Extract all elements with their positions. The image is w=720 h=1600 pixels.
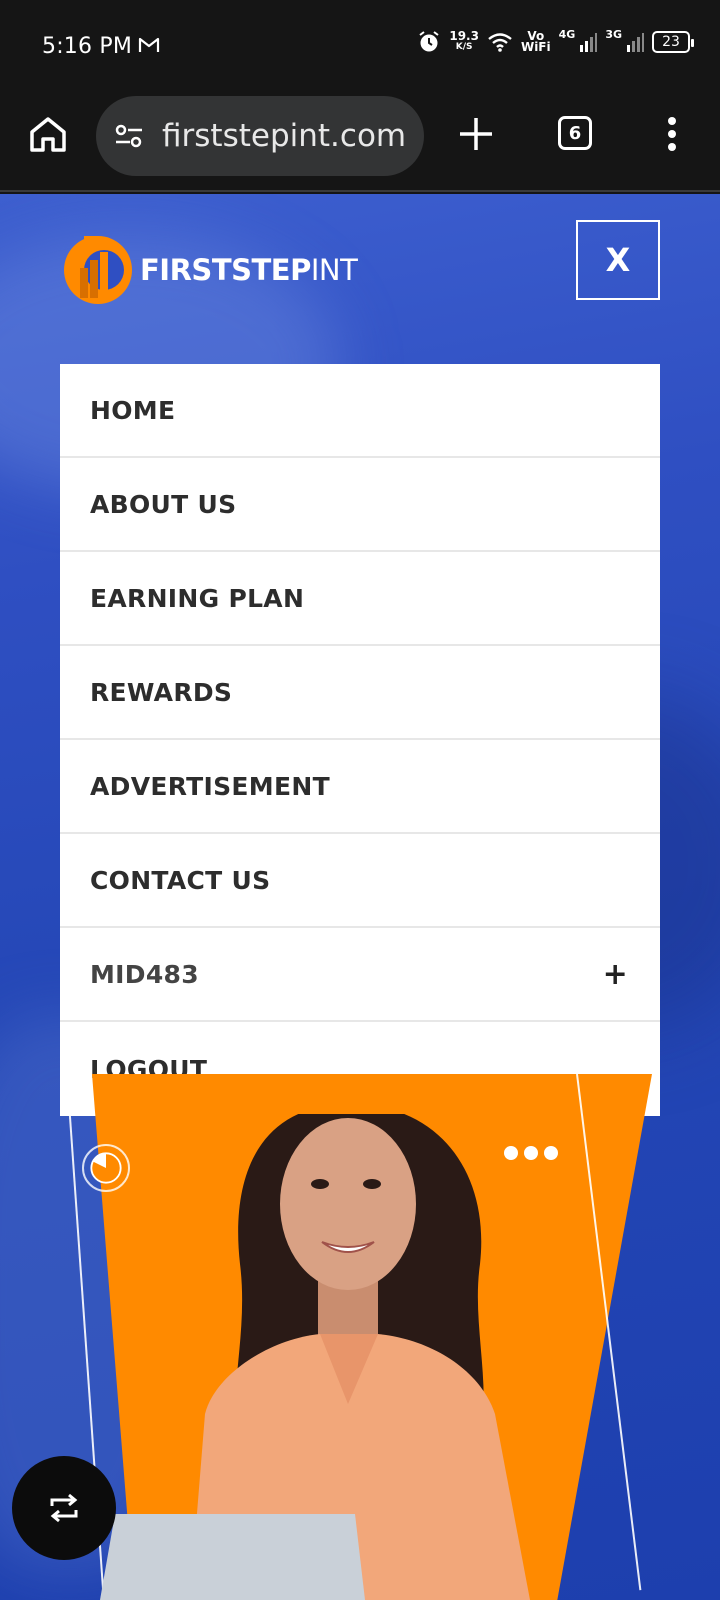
page-content: FIRSTSTEPINT X HOME ABOUT US EARNING PLA… [0, 194, 720, 1600]
site-settings-icon[interactable] [114, 121, 144, 151]
address-bar[interactable]: firststepint.com [96, 96, 424, 176]
volte-bottom: WiFi [520, 40, 551, 54]
signal-icon [580, 33, 598, 52]
menu-item-advertisement[interactable]: ADVERTISEMENT [60, 740, 660, 834]
menu-item-label: CONTACT US [90, 865, 271, 895]
menu-item-label: ABOUT US [90, 489, 237, 519]
repeat-fab-button[interactable] [12, 1456, 116, 1560]
nav-menu: HOME ABOUT US EARNING PLAN REWARDS ADVER… [60, 364, 660, 1116]
menu-item-rewards[interactable]: REWARDS [60, 646, 660, 740]
network-3g-label: 3G [605, 27, 622, 41]
gmail-icon [138, 37, 160, 52]
status-time: 5:16 PM [42, 34, 133, 59]
wifi-icon [488, 33, 512, 52]
menu-item-label: HOME [90, 395, 176, 425]
logo-text-light: INT [310, 253, 358, 287]
network-4g-label: 4G [558, 27, 576, 41]
browser-toolbar: firststepint.com 6 [0, 92, 720, 192]
menu-item-label: MID483 [90, 959, 199, 989]
site-logo[interactable]: FIRSTSTEPINT [60, 232, 358, 308]
logo-text: FIRSTSTEPINT [140, 253, 358, 287]
expand-plus-icon[interactable]: + [603, 957, 628, 992]
repeat-icon [50, 1493, 78, 1523]
close-menu-button[interactable]: X [576, 220, 660, 300]
url-text[interactable]: firststepint.com [162, 118, 406, 154]
more-options-icon[interactable] [660, 114, 684, 154]
menu-item-label: REWARDS [90, 677, 233, 707]
menu-item-label: ADVERTISEMENT [90, 771, 330, 801]
status-bar: 5:16 PM 19.3 K/S Vo WiFi 4G 3G 23 [0, 0, 720, 92]
menu-item-earning-plan[interactable]: EARNING PLAN [60, 552, 660, 646]
new-tab-icon[interactable] [458, 114, 494, 154]
network-speed: 19.3 K/S [449, 29, 479, 53]
menu-item-contact-us[interactable]: CONTACT US [60, 834, 660, 928]
alarm-icon [419, 31, 439, 52]
logo-text-bold: FIRSTSTEP [140, 253, 311, 287]
tab-switcher-button[interactable]: 6 [558, 116, 592, 150]
menu-item-user-account[interactable]: MID483 + [60, 928, 660, 1022]
speed-value: 19.3 [449, 29, 479, 43]
menu-item-label: EARNING PLAN [90, 583, 305, 613]
volte-indicator: Vo WiFi [520, 30, 551, 54]
status-icons: 19.3 K/S Vo WiFi 4G 3G 23 [417, 27, 694, 54]
speed-unit: K/S [455, 42, 473, 52]
battery-icon: 23 [652, 31, 694, 53]
home-icon[interactable] [28, 114, 68, 154]
menu-item-about-us[interactable]: ABOUT US [60, 458, 660, 552]
menu-item-home[interactable]: HOME [60, 364, 660, 458]
signal-icon-2 [627, 33, 644, 52]
logo-mark-icon [64, 236, 132, 304]
